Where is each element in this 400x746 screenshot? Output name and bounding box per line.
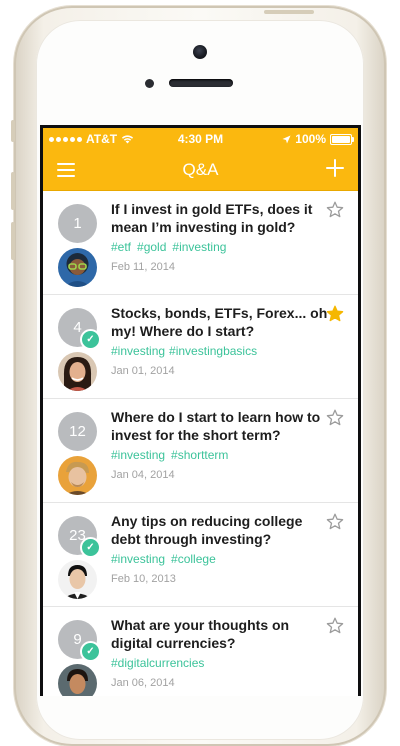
app-screen: AT&T 4:30 PM 100% Q&A 1 If I invest in g… [43,128,358,696]
tag-list: #digitalcurrencies [111,656,210,670]
tag[interactable]: #shortterm [171,448,228,462]
question-row[interactable]: 23 ✓ Any tips on reducing college debt t… [43,503,358,607]
tag[interactable]: #gold [137,240,166,254]
location-arrow-icon [282,135,291,143]
tag[interactable]: #etf [111,240,131,254]
tag[interactable]: #investing [111,344,165,358]
star-outline-icon[interactable] [326,513,344,531]
status-right: 100% [282,132,354,146]
answer-count-badge: 1 [58,204,97,243]
star-outline-icon[interactable] [326,409,344,427]
proximity-sensor [145,79,154,88]
avatar [58,352,97,391]
question-title[interactable]: Any tips on reducing college debt throug… [111,512,329,548]
add-question-plus-icon[interactable] [326,159,344,177]
nav-bar: Q&A [43,150,358,191]
tag-list: #etf #gold #investing [111,240,232,254]
power-button [264,10,314,14]
tag[interactable]: #digitalcurrencies [111,656,204,670]
star-outline-icon[interactable] [326,617,344,635]
question-date: Jan 04, 2014 [111,469,175,481]
avatar [58,248,97,287]
earpiece-speaker [169,79,233,87]
volume-down-button [11,222,15,260]
question-list: 1 If I invest in gold ETFs, does it mean… [43,191,358,696]
question-date: Jan 06, 2014 [111,677,175,689]
avatar [58,456,97,495]
tag[interactable]: #investing [172,240,226,254]
star-filled-icon[interactable] [326,305,344,323]
mute-switch [11,120,15,142]
status-bar: AT&T 4:30 PM 100% [43,128,358,150]
answer-count-badge: 12 [58,412,97,451]
star-outline-icon[interactable] [326,201,344,219]
question-row[interactable]: 9 ✓ What are your thoughts on digital cu… [43,607,358,696]
question-date: Feb 10, 2013 [111,573,176,585]
tag[interactable]: #investingbasics [169,344,257,358]
phone-screen: AT&T 4:30 PM 100% Q&A 1 If I invest in g… [40,125,361,696]
question-row[interactable]: 1 If I invest in gold ETFs, does it mean… [43,191,358,295]
question-date: Jan 01, 2014 [111,365,175,377]
avatar [58,664,97,696]
question-title[interactable]: Where do I start to learn how to invest … [111,408,329,444]
answered-check-icon: ✓ [80,537,101,558]
tag[interactable]: #investing [111,552,165,566]
page-title: Q&A [182,160,219,179]
battery-percent: 100% [295,132,326,146]
tag[interactable]: #college [171,552,216,566]
tag-list: #investing #investingbasics [111,344,263,358]
question-row[interactable]: 12 Where do I start to learn how to inve… [43,399,358,503]
question-title[interactable]: Stocks, bonds, ETFs, Forex... oh my! Whe… [111,304,329,340]
question-title[interactable]: If I invest in gold ETFs, does it mean I… [111,200,329,236]
question-date: Feb 11, 2014 [111,261,176,273]
volume-up-button [11,172,15,210]
tag-list: #investing #shortterm [111,448,234,462]
tag-list: #investing #college [111,552,222,566]
answered-check-icon: ✓ [80,641,101,662]
avatar [58,560,97,599]
battery-icon [330,133,354,145]
answered-check-icon: ✓ [80,329,101,350]
tag[interactable]: #investing [111,448,165,462]
front-camera [193,45,207,59]
question-title[interactable]: What are your thoughts on digital curren… [111,616,329,652]
question-row[interactable]: 4 ✓ Stocks, bonds, ETFs, Forex... oh my!… [43,295,358,399]
